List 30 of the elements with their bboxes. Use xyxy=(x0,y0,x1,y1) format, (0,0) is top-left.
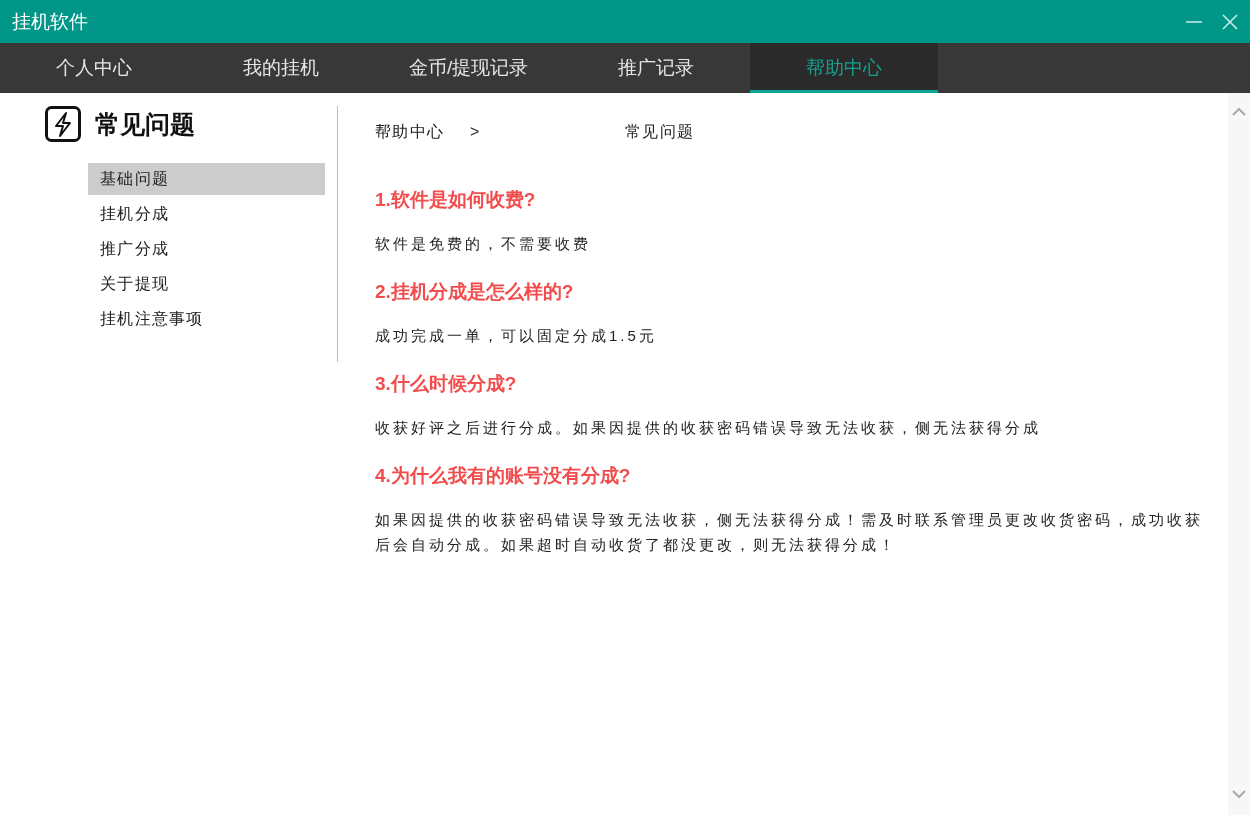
lightning-icon xyxy=(45,106,81,142)
answer-text: 软件是免费的，不需要收费 xyxy=(375,234,592,254)
question-heading: 2.挂机分成是怎么样的? xyxy=(375,280,575,304)
breadcrumb-current: 常见问题 xyxy=(625,121,695,142)
answer-text: 收获好评之后进行分成。如果因提供的收获密码错误导致无法收获，侧无法获得分成 xyxy=(375,418,1042,438)
question-heading: 3.什么时候分成? xyxy=(375,372,518,396)
sidebar-item[interactable]: 推广分成 xyxy=(88,233,325,265)
sidebar-item[interactable]: 关于提现 xyxy=(88,268,325,300)
close-button[interactable] xyxy=(1222,13,1238,30)
answer-text: 如果因提供的收获密码错误导致无法收获，侧无法获得分成！需及时联系管理员更改收货密码，成功收获后会自动分成。如果超时自动收货了都没更改，则无法获得分成！ xyxy=(375,510,1204,555)
scroll-down-icon[interactable] xyxy=(1232,789,1246,799)
sidebar-item[interactable]: 基础问题 xyxy=(88,163,325,195)
nav-tab[interactable]: 金币/提现记录 xyxy=(375,43,563,93)
breadcrumb-link[interactable]: 帮助中心 xyxy=(375,121,470,143)
close-icon xyxy=(1222,13,1238,30)
scroll-up-icon[interactable] xyxy=(1232,107,1246,117)
sidebar-item[interactable]: 挂机注意事项 xyxy=(88,303,325,335)
breadcrumb-separator: > xyxy=(470,123,482,141)
nav-tab[interactable]: 我的挂机 xyxy=(187,43,375,93)
minimize-icon xyxy=(1186,20,1202,23)
answer-text: 成功完成一单，可以固定分成1.5元 xyxy=(375,326,658,346)
nav-tab[interactable]: 推广记录 xyxy=(562,43,750,93)
section-title: 常见问题 xyxy=(95,108,195,140)
nav-tab[interactable]: 个人中心 xyxy=(0,43,188,93)
nav-tab[interactable]: 帮助中心 xyxy=(750,43,938,93)
minimize-button[interactable] xyxy=(1186,20,1202,23)
question-heading: 4.为什么我有的账号没有分成? xyxy=(375,464,632,488)
sidebar-item[interactable]: 挂机分成 xyxy=(88,198,325,230)
window-title: 挂机软件 xyxy=(12,9,89,34)
question-heading: 1.软件是如何收费? xyxy=(375,188,537,212)
